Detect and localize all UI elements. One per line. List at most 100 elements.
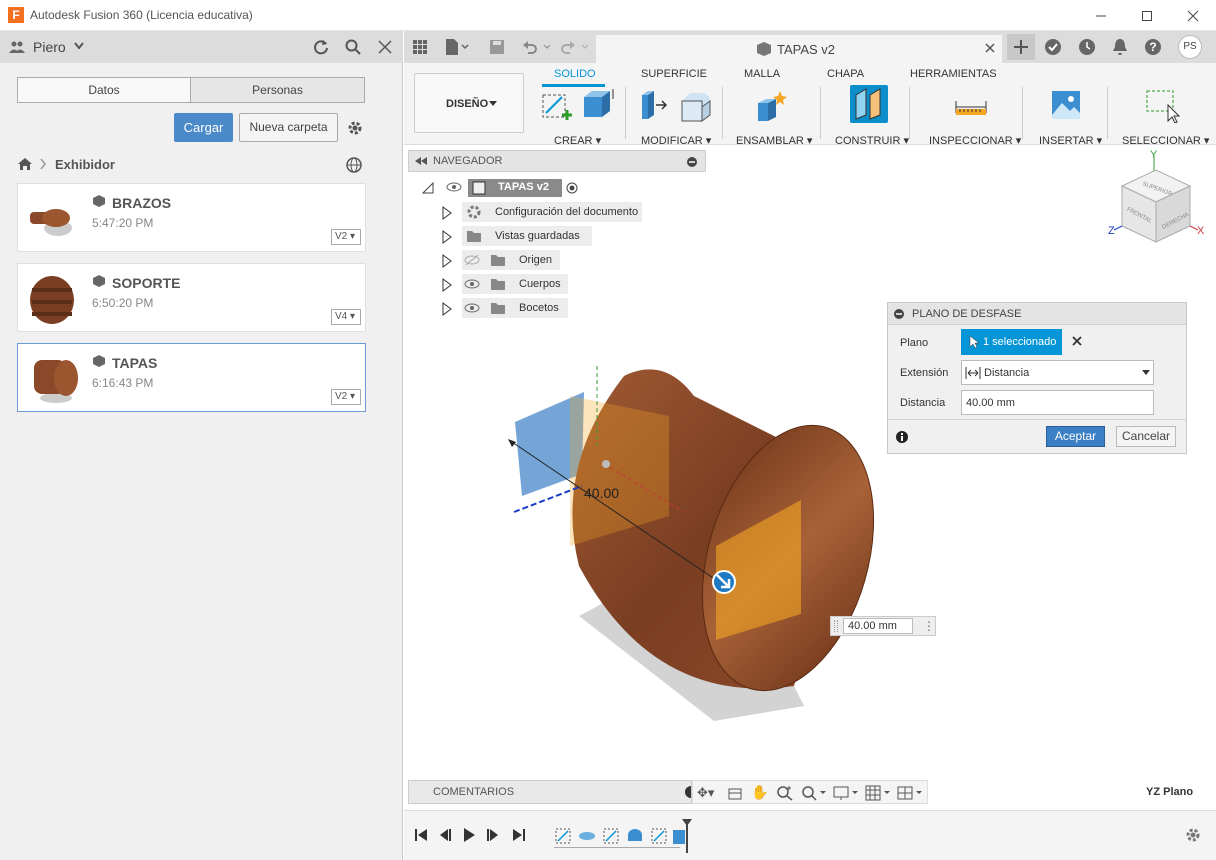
tab-chapa[interactable]: CHAPA (827, 68, 864, 80)
grid-settings-icon[interactable] (865, 785, 891, 801)
pan-icon[interactable]: ✋ (751, 784, 768, 801)
info-icon[interactable] (896, 431, 908, 443)
data-panel-toggle-icon[interactable] (412, 39, 428, 55)
timeline-sketch-icon[interactable] (650, 827, 668, 845)
zoom-window-icon[interactable] (801, 785, 827, 801)
visibility-eye-icon[interactable] (446, 181, 462, 193)
search-icon[interactable] (345, 39, 361, 55)
tree-item-bodies[interactable]: Cuerpos (462, 274, 568, 294)
tree-item-saved-views[interactable]: Vistas guardadas (462, 226, 592, 246)
view-cube[interactable]: Y SUPERIOR FRONTAL DERECHA Z X (1104, 148, 1214, 248)
more-options-icon[interactable]: ⋮ (923, 619, 935, 633)
new-folder-button[interactable]: Nueva carpeta (239, 113, 338, 142)
activate-radio-icon[interactable] (566, 182, 578, 194)
comments-panel[interactable]: COMENTARIOS (408, 780, 692, 804)
minimize-button[interactable] (1078, 0, 1124, 31)
workspace-switcher[interactable]: DISEÑO (414, 73, 524, 133)
breadcrumb[interactable]: Exhibidor (55, 157, 115, 172)
fillet-icon[interactable] (678, 89, 712, 123)
tab-superficie[interactable]: SUPERFICIE (641, 68, 707, 80)
drag-grip-icon[interactable] (834, 620, 838, 632)
timeline-settings-icon[interactable] (1184, 826, 1202, 844)
new-tab-button[interactable] (1007, 34, 1035, 60)
extrude-icon[interactable] (580, 87, 614, 121)
expand-root-icon[interactable] (422, 182, 434, 194)
canvas-viewport[interactable]: 40.00 NAVEGADOR TAPAS v2 Configuración d… (404, 146, 1216, 810)
chevron-down-icon[interactable] (74, 42, 84, 50)
help-icon[interactable]: ? (1144, 38, 1162, 56)
timeline-body-icon[interactable] (672, 827, 686, 845)
create-sketch-icon[interactable] (540, 89, 574, 123)
upload-button[interactable]: Cargar (174, 113, 233, 142)
redo-icon[interactable] (560, 39, 590, 55)
viewports-icon[interactable] (897, 785, 923, 801)
go-to-end-icon[interactable] (512, 828, 526, 842)
maximize-button[interactable] (1124, 0, 1170, 31)
tab-personas[interactable]: Personas (190, 77, 365, 103)
plane-selection-button[interactable]: 1 seleccionado (961, 329, 1062, 355)
expand-comments-icon[interactable] (685, 786, 691, 798)
tree-item-config[interactable]: Configuración del documento (462, 202, 642, 222)
job-status-icon[interactable] (1078, 38, 1096, 56)
user-name[interactable]: Piero (33, 39, 66, 55)
collapse-navigator-icon[interactable] (415, 157, 427, 165)
offset-plane-icon[interactable] (850, 85, 888, 123)
cancel-button[interactable]: Cancelar (1116, 426, 1176, 447)
look-at-icon[interactable] (727, 785, 743, 801)
tree-item-origin[interactable]: Origen (462, 250, 560, 270)
close-tab-icon[interactable] (985, 43, 995, 53)
step-forward-icon[interactable] (486, 828, 500, 842)
document-tab[interactable]: TAPAS v2 (596, 35, 1002, 63)
visibility-eye-icon[interactable] (464, 278, 480, 290)
press-pull-icon[interactable] (636, 89, 670, 123)
zoom-icon[interactable] (777, 785, 793, 801)
globe-icon[interactable] (346, 157, 362, 173)
tab-herramientas[interactable]: HERRAMIENTAS (910, 68, 997, 80)
close-panel-icon[interactable] (378, 40, 392, 54)
minimize-navigator-icon[interactable] (687, 157, 697, 167)
inline-distance-input[interactable] (843, 618, 913, 634)
file-card-tapas[interactable]: TAPAS 6:16:43 PM V2 ▾ (17, 343, 366, 412)
close-window-button[interactable] (1170, 0, 1216, 31)
timeline-extrude-icon[interactable] (578, 827, 596, 845)
drag-arrow-handle[interactable] (712, 570, 736, 594)
version-badge[interactable]: V4 ▾ (331, 309, 361, 325)
file-card-soporte[interactable]: SOPORTE 6:50:20 PM V4 ▾ (17, 263, 366, 332)
expand-arrow-icon[interactable] (442, 206, 452, 220)
clear-selection-icon[interactable] (1072, 336, 1082, 346)
version-badge[interactable]: V2 ▾ (331, 229, 361, 245)
timeline-marker-head[interactable] (682, 819, 692, 827)
gear-icon[interactable] (346, 119, 364, 137)
expand-arrow-icon[interactable] (442, 230, 452, 244)
hidden-eye-icon[interactable] (464, 254, 480, 266)
expand-arrow-icon[interactable] (442, 302, 452, 316)
undo-icon[interactable] (522, 39, 552, 55)
minimize-dialog-icon[interactable] (894, 309, 904, 319)
avatar[interactable]: PS (1178, 35, 1202, 59)
distance-input[interactable] (961, 390, 1154, 415)
play-icon[interactable] (462, 827, 476, 843)
notifications-icon[interactable] (1112, 38, 1128, 56)
extent-select[interactable]: Distancia (961, 360, 1154, 385)
file-menu-icon[interactable] (444, 38, 470, 56)
tab-solido[interactable]: SOLIDO (554, 68, 596, 80)
tree-root[interactable]: TAPAS v2 (468, 179, 562, 197)
home-icon[interactable] (17, 157, 33, 171)
timeline-revolve-icon[interactable] (626, 827, 644, 845)
save-icon[interactable] (489, 39, 505, 55)
version-badge[interactable]: V2 ▾ (331, 389, 361, 405)
visibility-eye-icon[interactable] (464, 302, 480, 314)
expand-arrow-icon[interactable] (442, 278, 452, 292)
display-settings-icon[interactable] (833, 785, 859, 801)
measure-icon[interactable] (954, 93, 988, 117)
file-card-brazos[interactable]: BRAZOS 5:47:20 PM V2 ▾ (17, 183, 366, 252)
tab-datos[interactable]: Datos (17, 77, 191, 103)
select-icon[interactable] (1146, 89, 1180, 123)
timeline-sketch-icon[interactable] (554, 827, 572, 845)
tree-item-sketches[interactable]: Bocetos (462, 298, 568, 318)
orbit-icon[interactable]: ✥▾ (697, 785, 714, 801)
extensions-icon[interactable] (1044, 38, 1062, 56)
step-back-icon[interactable] (438, 828, 452, 842)
new-component-icon[interactable] (754, 89, 788, 123)
ok-button[interactable]: Aceptar (1046, 426, 1105, 447)
